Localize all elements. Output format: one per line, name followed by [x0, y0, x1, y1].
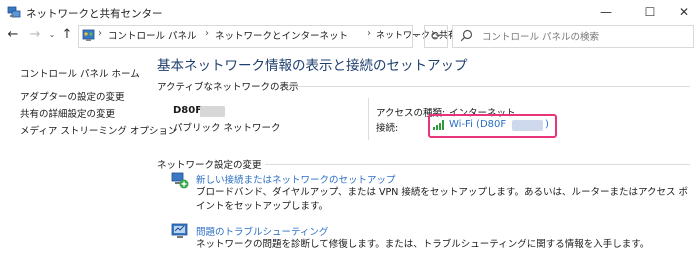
sidebar-item-control-panel-home[interactable]: コントロール パネル ホーム	[20, 66, 140, 80]
maximize-button[interactable]: ☐	[634, 0, 666, 24]
new-connection-icon	[171, 172, 189, 189]
troubleshoot-icon	[171, 223, 188, 238]
network-name-redaction	[200, 106, 225, 117]
wifi-ssid-redaction	[512, 120, 543, 131]
breadcrumb-separator-icon: ›	[205, 28, 209, 39]
vertical-divider	[368, 98, 369, 140]
network-name: D80F	[173, 105, 203, 116]
close-button[interactable]: ✕	[668, 0, 700, 24]
wifi-connection-close: )	[545, 119, 549, 130]
breadcrumb-control-panel[interactable]: コントロール パネル	[108, 28, 197, 42]
network-type: パブリック ネットワーク	[173, 123, 281, 134]
search-placeholder: コントロール パネルの検索	[482, 32, 600, 43]
refresh-button[interactable]: ⟳	[424, 25, 448, 48]
troubleshoot-description: ネットワークの問題を診断して修復します。または、トラブルシューティングに関する情…	[196, 239, 650, 250]
minimize-button[interactable]: —	[590, 0, 622, 24]
wifi-signal-icon	[433, 120, 444, 130]
troubleshoot-link[interactable]: 問題のトラブルシューティング	[196, 224, 328, 238]
address-dropdown-icon[interactable]: ⌄	[413, 30, 420, 39]
active-networks-label: アクティブなネットワークの表示	[157, 82, 299, 93]
section-divider	[290, 86, 690, 87]
sidebar-item-media-streaming[interactable]: メディア ストリーミング オプション	[20, 123, 177, 137]
new-connection-description: ブロードバンド、ダイヤルアップ、または VPN 接続をセットアップします。あるい…	[196, 187, 688, 212]
forward-arrow-icon[interactable]: →	[28, 28, 42, 42]
breadcrumb-separator-icon: ›	[98, 28, 102, 39]
back-arrow-icon[interactable]: ←	[6, 28, 20, 42]
sidebar-item-advanced-sharing[interactable]: 共有の詳細設定の変更	[20, 106, 115, 120]
breadcrumb-network-internet[interactable]: ネットワークとインターネット	[215, 28, 348, 42]
change-settings-label: ネットワーク設定の変更	[157, 160, 262, 171]
control-panel-icon	[82, 29, 95, 41]
network-center-icon	[7, 6, 21, 18]
sidebar-item-adapter-settings[interactable]: アダプターの設定の変更	[20, 89, 125, 103]
new-connection-link[interactable]: 新しい接続またはネットワークのセットアップ	[196, 172, 396, 186]
up-arrow-icon[interactable]: ↑	[60, 28, 74, 42]
window-title: ネットワークと共有センター	[26, 8, 163, 20]
connection-label: 接続:	[376, 123, 399, 134]
breadcrumb-separator-icon: ›	[367, 28, 371, 39]
recent-locations-icon[interactable]: ⌄	[45, 28, 59, 42]
section-divider	[265, 164, 690, 165]
wifi-connection-link[interactable]: Wi-Fi (D80F	[449, 119, 506, 130]
page-title: 基本ネットワーク情報の表示と接続のセットアップ	[157, 58, 468, 74]
search-icon	[460, 29, 473, 42]
